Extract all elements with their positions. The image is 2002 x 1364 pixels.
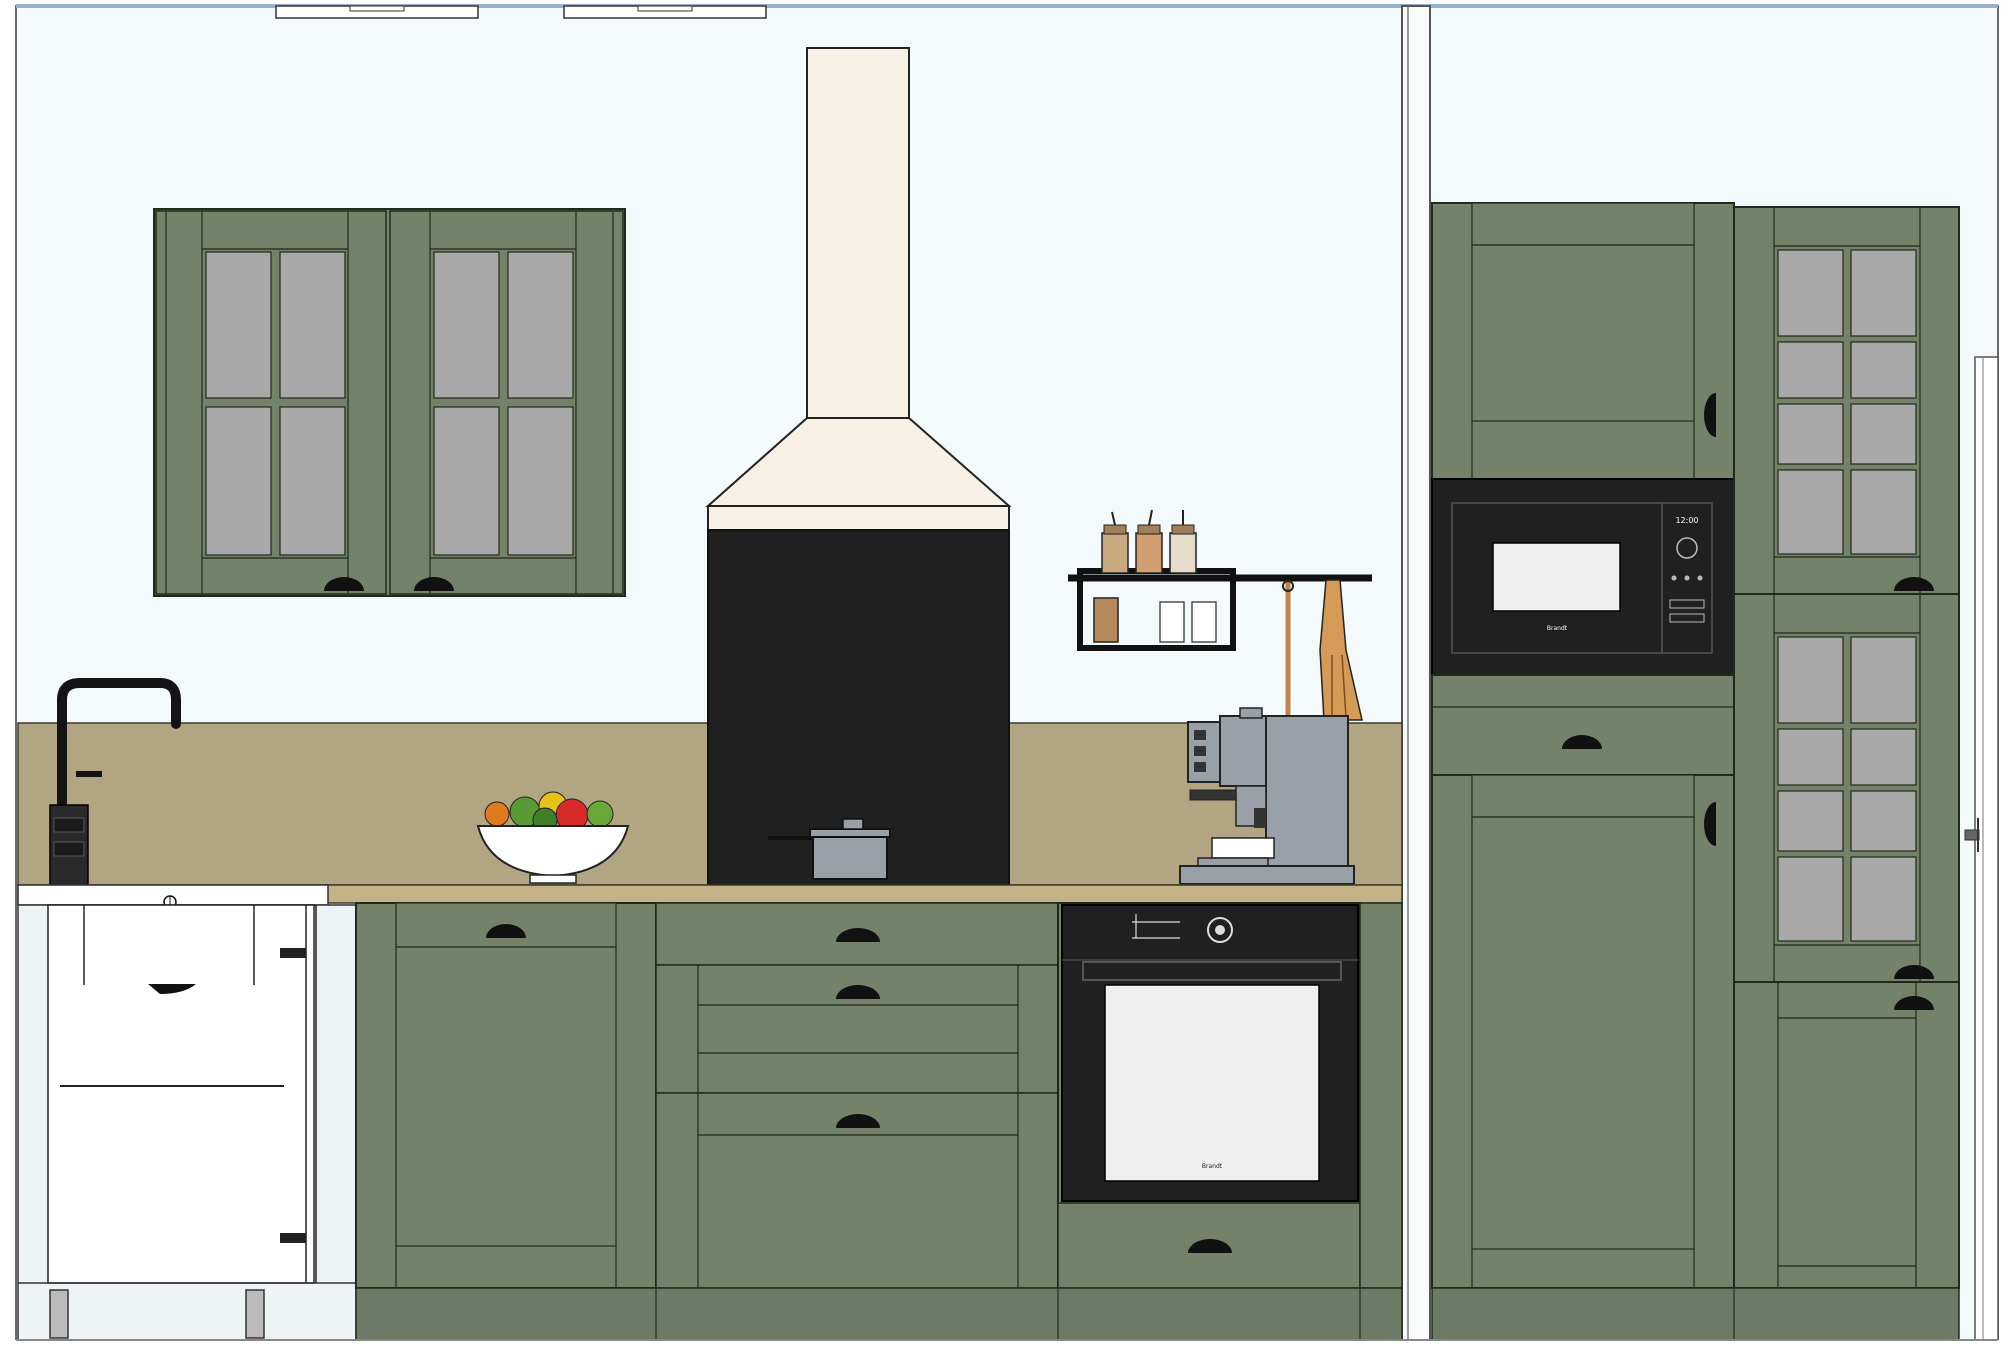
glass-jar: [1191, 601, 1217, 643]
sink-base-open-frame: [17, 884, 357, 1341]
tall-cabinet-bottom-door[interactable]: [1431, 774, 1735, 1289]
plinth: [355, 1287, 1403, 1341]
hinge-icon: [280, 948, 306, 958]
base-cabinet-door-1[interactable]: [355, 902, 657, 1289]
floor-line: [0, 1340, 2002, 1360]
coffee-machine: [1179, 707, 1355, 885]
door-handle-icon[interactable]: [1964, 829, 1980, 841]
oven-door-handle[interactable]: [1082, 961, 1342, 981]
kitchen-elevation-drawing: Brandt 12:00 Brandt: [0, 0, 2002, 1360]
tall-cabinet-top-door[interactable]: [1431, 202, 1735, 480]
wall-cabinet-left-door[interactable]: [155, 210, 387, 595]
ceiling-light-left: [275, 5, 479, 19]
filler-panel: [1359, 902, 1403, 1289]
elevation-svg: Brandt 12:00 Brandt: [0, 0, 2002, 1360]
wall-partition: [1401, 5, 1431, 1341]
spice-jar: [1093, 597, 1119, 643]
hinge-icon: [280, 1233, 306, 1243]
microwave-window: [1492, 542, 1621, 612]
tall-glass-cabinet-top-door[interactable]: [1733, 206, 1960, 595]
wall-cabinet-right-door[interactable]: [389, 210, 624, 595]
leveling-foot: [49, 1289, 69, 1339]
microwave-brand-label: Brandt: [1547, 625, 1568, 632]
tall-glass-cabinet-middle-door[interactable]: [1733, 593, 1960, 983]
wall-cabinet-glass[interactable]: [153, 208, 626, 597]
built-in-oven[interactable]: Brandt: [1061, 904, 1359, 1202]
tall-cabinet-drawer[interactable]: [1431, 674, 1735, 776]
tall-glass-cabinet-bottom-door[interactable]: [1733, 981, 1960, 1289]
tall-glass-cabinet: [1733, 206, 1960, 1289]
glass-jar: [1159, 601, 1185, 643]
built-in-microwave[interactable]: 12:00 Brandt: [1431, 478, 1735, 676]
leveling-foot: [245, 1289, 265, 1339]
drawer-middle[interactable]: [655, 964, 1059, 1094]
plinth-right: [1431, 1287, 1960, 1341]
oven-brand-label: Brandt: [1202, 1163, 1223, 1170]
microwave-display: 12:00: [1675, 516, 1698, 525]
ceiling-light-right: [563, 5, 767, 19]
base-cabinet-drawers[interactable]: [655, 902, 1059, 1289]
oven-window: [1104, 984, 1320, 1182]
